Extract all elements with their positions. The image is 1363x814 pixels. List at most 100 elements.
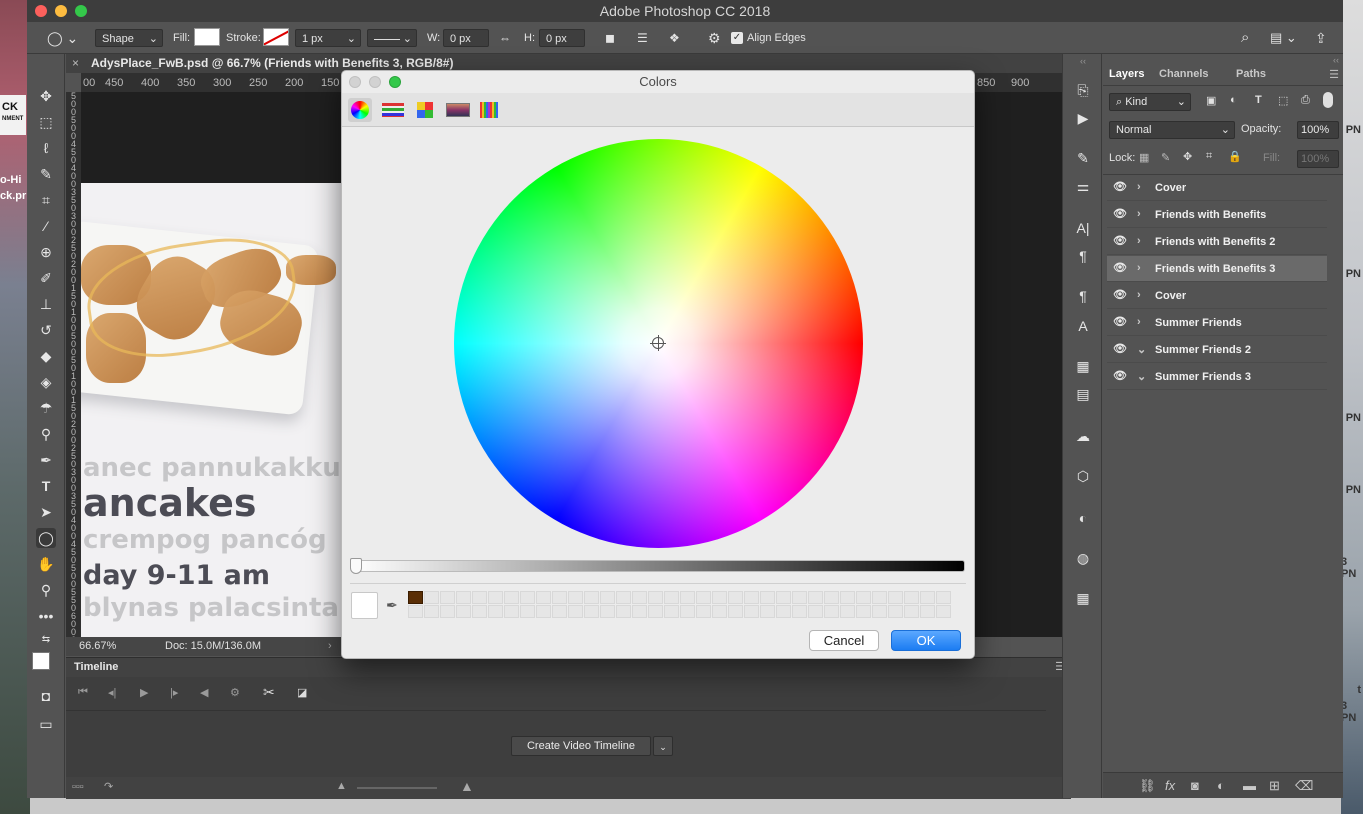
chevron-down-icon[interactable]: ⌄ [653, 736, 673, 756]
current-color-swatch[interactable] [351, 592, 378, 619]
swatch-slot[interactable] [920, 591, 935, 604]
swatch-slot[interactable] [776, 605, 791, 618]
swatch-slot[interactable] [744, 605, 759, 618]
history-brush-tool-icon[interactable]: ↺ [36, 320, 56, 340]
scissors-icon[interactable]: ✂ [263, 684, 275, 701]
chevron-down-icon[interactable]: ⌄ [1137, 343, 1146, 356]
swatch-slot[interactable] [776, 591, 791, 604]
swatch-slot[interactable] [744, 591, 759, 604]
crayons-mode-icon[interactable] [477, 98, 501, 122]
swatch-slot[interactable] [536, 591, 551, 604]
actions-play-icon[interactable]: ▶ [1073, 108, 1093, 128]
kind-filter-select[interactable]: ⌕ Kind ⌄ [1109, 93, 1191, 111]
lasso-tool-icon[interactable]: ℓ [36, 138, 56, 158]
crop-tool-icon[interactable]: ⌗ [36, 190, 56, 210]
swatch-slot[interactable] [872, 605, 887, 618]
filter-toggle[interactable] [1323, 92, 1333, 108]
swatch-slot[interactable] [632, 605, 647, 618]
3d-icon[interactable]: ⬡ [1073, 466, 1093, 486]
frames-icon[interactable]: ▫▫▫ [72, 781, 84, 793]
swatch-slot[interactable] [408, 605, 423, 618]
zoom-window-button[interactable] [75, 5, 87, 17]
swatch-slot[interactable] [712, 591, 727, 604]
styles-icon[interactable]: ◍ [1073, 548, 1093, 568]
timeline-title[interactable]: Timeline [74, 658, 118, 677]
zoom-out-mountain-icon[interactable]: ▲ [336, 780, 347, 792]
swatch-slot[interactable] [616, 605, 631, 618]
eye-icon[interactable]: 👁 [1113, 371, 1127, 382]
color-palettes-mode-icon[interactable] [413, 98, 437, 122]
height-input[interactable]: 0 px [539, 29, 585, 47]
swatch-slot[interactable] [424, 591, 439, 604]
paragraph-icon[interactable]: ¶ [1073, 246, 1093, 266]
paint-bucket-tool-icon[interactable]: ◈ [36, 372, 56, 392]
swatch-slot[interactable] [712, 605, 727, 618]
color-wheel-mode-icon[interactable] [348, 98, 372, 122]
zoom-in-mountain-icon[interactable]: ▲ [460, 778, 474, 794]
swatch-slot[interactable] [424, 605, 439, 618]
swatch-slot[interactable] [568, 605, 583, 618]
create-video-timeline-button[interactable]: Create Video Timeline [511, 736, 651, 756]
shape-mode-select[interactable]: Shape ⌄ [95, 29, 163, 47]
smart-object-filter-icon[interactable]: ⎙ [1301, 94, 1310, 107]
properties-icon[interactable]: ▦ [1073, 356, 1093, 376]
path-operations-icon[interactable]: ◼ [605, 29, 615, 47]
swatch-slot[interactable] [504, 591, 519, 604]
eye-icon[interactable]: 👁 [1113, 182, 1127, 193]
swatch-slot[interactable] [664, 605, 679, 618]
path-alignment-icon[interactable]: ☰ [637, 29, 648, 47]
blur-tool-icon[interactable]: ☂ [36, 398, 56, 418]
tab-paths[interactable]: Paths [1236, 68, 1266, 80]
eye-icon[interactable]: 👁 [1113, 317, 1127, 328]
stroke-swatch[interactable] [263, 28, 289, 46]
swatch-slot[interactable] [488, 605, 503, 618]
glyphs-icon[interactable]: A [1073, 316, 1093, 336]
swatches-grid-icon[interactable]: ▦ [1073, 588, 1093, 608]
fill-input[interactable]: 100% [1297, 150, 1339, 168]
layer-row[interactable]: 👁 › Friends with Benefits [1107, 202, 1327, 228]
lock-image-icon[interactable]: ✎ [1161, 151, 1170, 164]
play-icon[interactable]: ▶ [140, 686, 148, 699]
swatch-slot[interactable] [824, 605, 839, 618]
width-input[interactable]: 0 px [443, 29, 489, 47]
ellipse-tool-icon[interactable]: ◯ [36, 528, 56, 548]
image-palettes-mode-icon[interactable] [445, 98, 470, 122]
close-window-button[interactable] [35, 5, 47, 17]
pen-tool-icon[interactable]: ✒ [36, 450, 56, 470]
swatch-slot[interactable] [616, 591, 631, 604]
move-tool-icon[interactable]: ✥ [36, 86, 56, 106]
swatch-slot[interactable] [904, 591, 919, 604]
dialog-zoom-button[interactable] [389, 76, 401, 88]
healing-brush-tool-icon[interactable]: ⊕ [36, 242, 56, 262]
swatch-slot[interactable] [600, 591, 615, 604]
new-layer-icon[interactable]: ⊞ [1269, 778, 1280, 794]
swatch-slot[interactable] [520, 591, 535, 604]
fx-icon[interactable]: fx [1165, 778, 1175, 793]
share-icon[interactable]: ⇪ [1315, 29, 1327, 47]
swatch-slot[interactable] [456, 591, 471, 604]
swatch-slot[interactable] [568, 591, 583, 604]
close-tab-icon[interactable]: × [72, 54, 79, 73]
swatch-slot[interactable] [680, 591, 695, 604]
swatch-slot[interactable] [648, 605, 663, 618]
link-dimensions-icon[interactable]: ⇔ [499, 29, 511, 47]
lock-all-icon[interactable]: 🔒 [1228, 150, 1242, 163]
swatch-slot[interactable] [904, 605, 919, 618]
adjustments-icon[interactable]: ⚌ [1073, 176, 1093, 196]
path-arrangement-icon[interactable]: ❖ [669, 29, 680, 47]
eye-icon[interactable]: 👁 [1113, 290, 1127, 301]
shape-filter-icon[interactable]: ⬚ [1278, 94, 1288, 107]
layer-row[interactable]: 👁 › Cover [1107, 283, 1327, 309]
swatch-slot[interactable] [504, 605, 519, 618]
lock-position-icon[interactable]: ✥ [1183, 150, 1192, 163]
adjustment-filter-icon[interactable]: ◐ [1230, 94, 1237, 106]
swatch-slot[interactable] [888, 605, 903, 618]
chevron-right-icon[interactable]: › [1137, 289, 1141, 301]
lock-artboard-icon[interactable]: ⌗ [1206, 150, 1212, 163]
swatch-slot[interactable] [808, 591, 823, 604]
panel-menu-icon[interactable]: ☰ [1329, 68, 1339, 81]
chevron-right-icon[interactable]: › [1137, 316, 1141, 328]
type-tool-icon[interactable]: T [36, 476, 56, 496]
pixel-filter-icon[interactable]: ▣ [1206, 94, 1216, 107]
swatch-slot[interactable] [520, 605, 535, 618]
